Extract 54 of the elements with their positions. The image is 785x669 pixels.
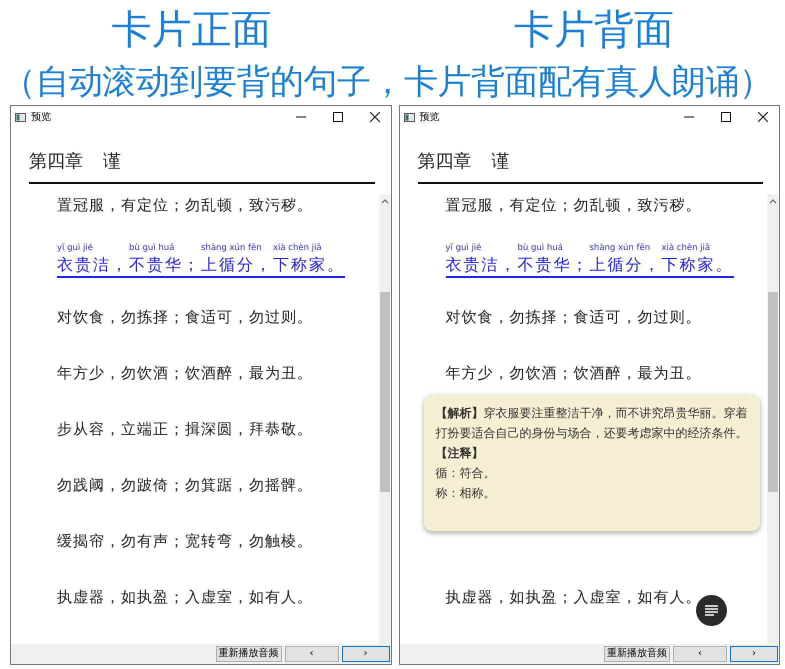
close-icon[interactable] (370, 112, 380, 122)
analysis-text: 【解析】穿衣服要注重整洁干净，而不讲究昂贵华丽。穿着打扮要适合自己的身份与场合，还要考虑家中的经济条件。 (436, 405, 748, 442)
scroll-up-icon[interactable] (380, 198, 388, 204)
pinyin-text: yī guì jié (57, 243, 94, 255)
pinyin-text: xià chèn jiā (273, 243, 323, 255)
close-icon[interactable] (758, 112, 768, 122)
scroll-thumb[interactable] (768, 292, 778, 492)
verse-line: 对饮食，勿拣择；食适可，勿过则。 (57, 308, 313, 327)
verse-line: 步从容，立端正；揖深圆，拜恭敬。 (57, 420, 313, 439)
subtitle: （自动滚动到要背的句子，卡片背面配有真人朗诵） (2, 60, 772, 104)
window-title: 预览 (31, 111, 52, 124)
maximize-icon[interactable] (332, 112, 342, 122)
window-title: 预览 (420, 111, 440, 124)
next-button[interactable]: › (342, 646, 390, 662)
chapter-number: 第四章 (29, 150, 83, 173)
highlighted-verse-line: 衣贵洁，不贵华；上循分，下称家。 (57, 255, 345, 278)
pinyin-text: yī guì jié (446, 243, 482, 255)
chapter-title: 谨 (492, 150, 510, 173)
maximize-icon[interactable] (721, 112, 731, 122)
app-icon (15, 112, 26, 122)
notes-heading: 【注释】 (436, 445, 484, 462)
chapter-title: 谨 (103, 150, 121, 173)
app-icon (404, 112, 414, 122)
previous-button[interactable]: ‹ (673, 646, 727, 662)
scrollbar[interactable] (767, 194, 779, 644)
scroll-up-icon[interactable] (769, 198, 777, 204)
previous-button[interactable]: ‹ (284, 646, 338, 662)
scroll-thumb[interactable] (380, 292, 390, 492)
section-heading: 卡片正面 (110, 6, 272, 55)
pinyin-text: xià chèn jiā (662, 243, 712, 255)
note-text: 循：符合。 (436, 465, 496, 482)
verse-line: 年方少，勿饮酒；饮酒醉，最为丑。 (57, 364, 313, 383)
menu-button[interactable] (696, 595, 727, 626)
replay-audio-button[interactable]: 重新播放音频 (604, 646, 670, 662)
pinyin-text: bù guì huá (518, 243, 564, 255)
scrollbar[interactable] (378, 194, 390, 644)
verse-line: 缓揭帘，勿有声；宽转弯，勿触棱。 (57, 532, 313, 551)
note-text: 称：相称。 (436, 485, 496, 502)
highlighted-verse-line: 衣贵洁，不贵华；上循分，下称家。 (446, 255, 734, 278)
pinyin-text: shàng xún fēn (590, 243, 652, 255)
verse-line: 置冠服，有定位；勿乱顿，致污秽。 (446, 196, 702, 215)
chapter-number: 第四章 (418, 150, 472, 173)
verse-line: 勿践阈，勿跛倚；勿箕踞，勿摇髀。 (57, 476, 313, 495)
verse-line: 年方少，勿饮酒；饮酒醉，最为丑。 (446, 364, 702, 383)
verse-line: 执虚器，如执盈；入虚室，如有人。 (57, 588, 313, 607)
verse-line: 对饮食，勿拣择；食适可，勿过则。 (446, 308, 702, 327)
next-button[interactable]: › (730, 646, 778, 662)
pinyin-text: shàng xún fēn (201, 243, 263, 255)
pinyin-text: bù guì huá (129, 243, 176, 255)
verse-line: 置冠服，有定位；勿乱顿，致污秽。 (57, 196, 313, 215)
menu-icon (705, 605, 718, 616)
replay-audio-button[interactable]: 重新播放音频 (216, 646, 282, 662)
section-heading: 卡片背面 (512, 6, 675, 55)
verse-line: 执虚器，如执盈；入虚室，如有人。 (446, 588, 702, 607)
